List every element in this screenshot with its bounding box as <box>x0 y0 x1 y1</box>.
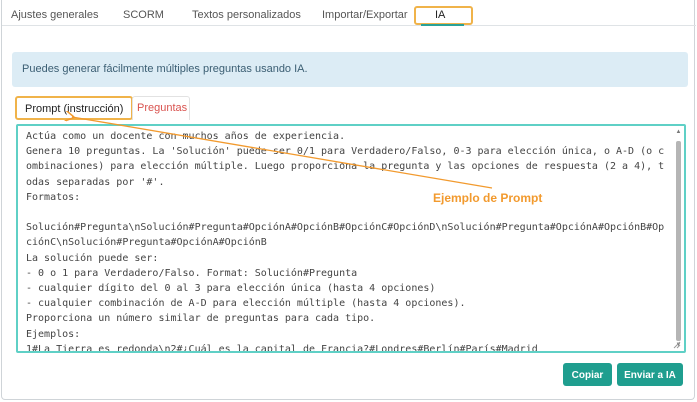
tab-scorm[interactable]: SCORM <box>123 8 164 22</box>
tab-preguntas[interactable]: Preguntas <box>132 96 190 120</box>
scrollbar-thumb[interactable] <box>676 141 681 341</box>
tab-ajustes-generales[interactable]: Ajustes generales <box>11 8 98 22</box>
ia-settings-panel: Ajustes generales SCORM Textos personali… <box>1 0 696 400</box>
send-to-ia-button[interactable]: Enviar a IA <box>617 363 683 386</box>
tab-textos-personalizados[interactable]: Textos personalizados <box>192 8 301 22</box>
tab-prompt[interactable]: Prompt (instrucción) <box>15 96 133 120</box>
copy-button[interactable]: Copiar <box>563 363 612 386</box>
tab-importar-exportar[interactable]: Importar/Exportar <box>322 8 408 22</box>
info-alert: Puedes generar fácilmente múltiples preg… <box>12 52 688 87</box>
ia-tab-highlight <box>414 6 473 25</box>
prompt-sub-tabs: Prompt (instrucción) Preguntas <box>12 96 688 120</box>
textarea-scrollbar[interactable]: ▲ ▼ <box>675 129 682 349</box>
prompt-textarea-content: Actúa como un docente con muchos años de… <box>26 131 665 353</box>
resize-grip-icon[interactable] <box>673 341 681 349</box>
prompt-textarea[interactable]: Actúa como un docente con muchos años de… <box>16 124 686 353</box>
scroll-up-arrow-icon[interactable]: ▲ <box>675 129 682 136</box>
top-tab-bar: Ajustes generales SCORM Textos personali… <box>2 0 696 26</box>
ia-tab-active-indicator <box>421 24 464 26</box>
prompt-example-annotation: Ejemplo de Prompt <box>433 191 543 205</box>
